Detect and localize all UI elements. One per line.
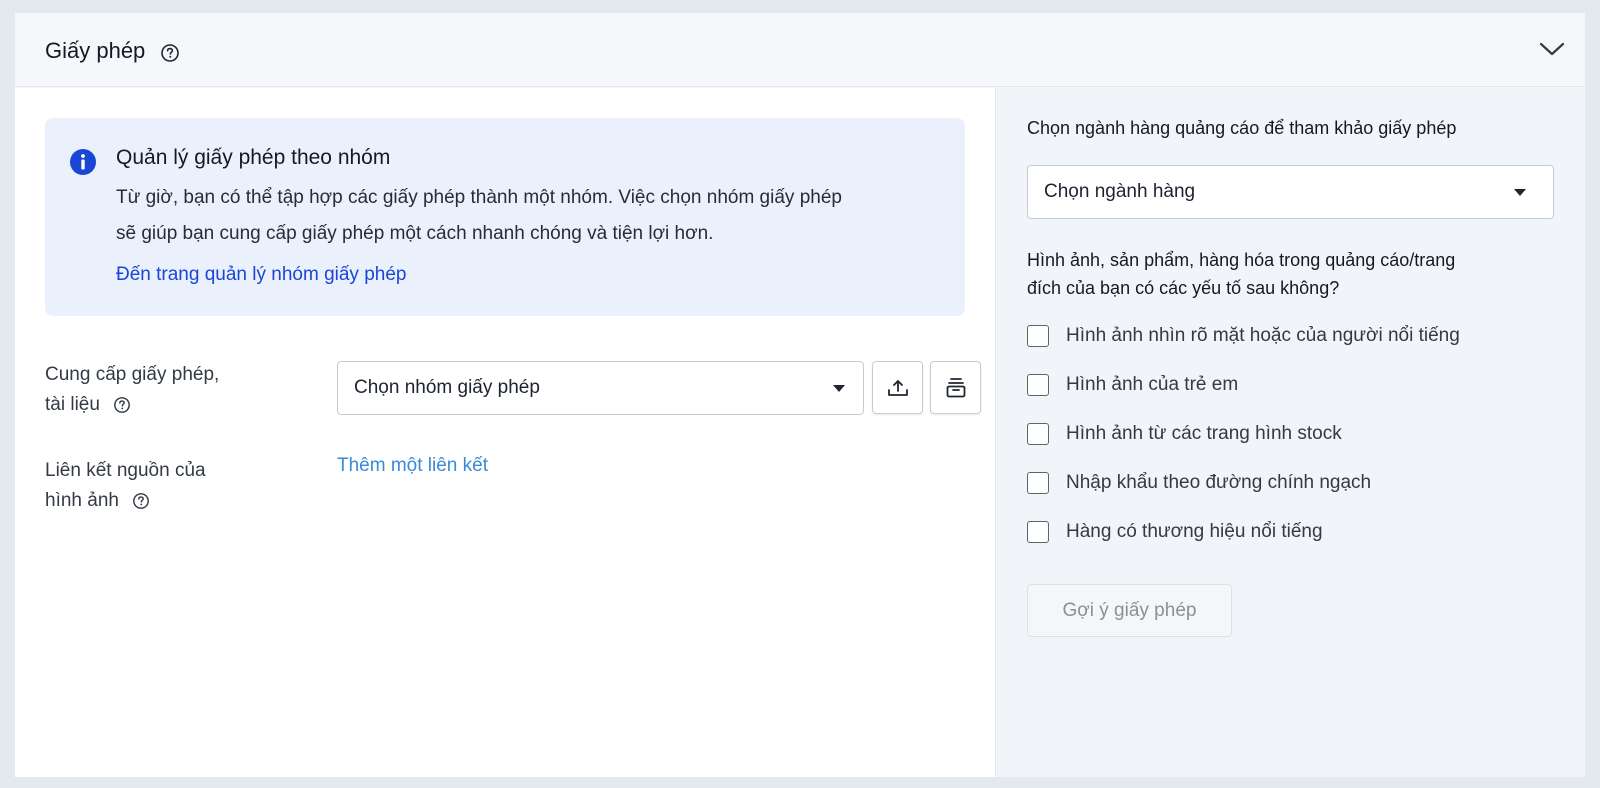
right-panel: Chọn ngành hàng quảng cáo để tham khảo g… — [995, 88, 1585, 777]
option-label: Hình ảnh từ các trang hình stock — [1066, 423, 1342, 444]
license-label-line-1: Cung cấp giấy phép, — [45, 364, 220, 385]
license-card: Giấy phép Quản lý giấy phép theo nhóm Từ… — [15, 13, 1585, 777]
add-source-link-button[interactable]: Thêm một liên kết — [337, 455, 488, 477]
checkbox[interactable] — [1027, 521, 1049, 543]
license-library-button[interactable] — [930, 361, 981, 414]
caret-down-icon — [833, 385, 845, 392]
notice-title: Quản lý giấy phép theo nhóm — [116, 146, 391, 169]
checkbox[interactable] — [1027, 325, 1049, 347]
image-source-link-label: Liên kết nguồn của hình ảnh — [45, 456, 275, 516]
archive-icon — [946, 377, 965, 397]
suggest-license-button[interactable]: Gợi ý giấy phép — [1027, 584, 1232, 637]
license-group-management-link[interactable]: Đến trang quản lý nhóm giấy phép — [116, 264, 406, 286]
question-circle-icon[interactable] — [113, 394, 131, 415]
source-label-line-1: Liên kết nguồn của — [45, 460, 206, 481]
checkbox[interactable] — [1027, 472, 1049, 494]
industry-select-value: Chọn ngành hàng — [1044, 181, 1196, 202]
option-label: Hàng có thương hiệu nổi tiếng — [1066, 521, 1323, 542]
license-group-select-value: Chọn nhóm giấy phép — [354, 377, 540, 398]
industry-label: Chọn ngành hàng quảng cáo để tham khảo g… — [1027, 118, 1457, 138]
option-label: Hình ảnh của trẻ em — [1066, 374, 1239, 395]
upload-license-button[interactable] — [872, 361, 923, 414]
source-label-line-2: hình ảnh — [45, 490, 119, 511]
upload-icon — [887, 379, 908, 396]
card-header[interactable]: Giấy phép — [15, 13, 1585, 87]
caret-down-icon — [1514, 189, 1526, 196]
checkbox[interactable] — [1027, 374, 1049, 396]
question-circle-icon[interactable] — [160, 43, 180, 63]
industry-select[interactable]: Chọn ngành hàng — [1027, 165, 1554, 219]
notice-body: Từ giờ, bạn có thể tập hợp các giấy phép… — [116, 180, 936, 252]
question-line-1: Hình ảnh, sản phẩm, hàng hóa trong quảng… — [1027, 250, 1456, 270]
chevron-down-icon[interactable] — [1539, 39, 1565, 64]
question-circle-icon[interactable] — [132, 490, 150, 511]
card-title: Giấy phép — [45, 38, 146, 63]
question-line-2: đích của bạn có các yếu tố sau không? — [1027, 278, 1340, 298]
left-panel: Quản lý giấy phép theo nhóm Từ giờ, bạn … — [15, 88, 995, 777]
option-label: Nhập khẩu theo đường chính ngạch — [1066, 472, 1372, 493]
license-group-select[interactable]: Chọn nhóm giấy phép — [337, 361, 864, 415]
notice-line-2: sẽ giúp bạn cung cấp giấy phép một cách … — [116, 223, 714, 244]
notice-line-1: Từ giờ, bạn có thể tập hợp các giấy phép… — [116, 187, 842, 208]
elements-question: Hình ảnh, sản phẩm, hàng hóa trong quảng… — [1027, 246, 1547, 302]
option-label: Hình ảnh nhìn rõ mặt hoặc của người nổi … — [1066, 325, 1460, 346]
checkbox[interactable] — [1027, 423, 1049, 445]
license-label-line-2: tài liệu — [45, 394, 100, 415]
group-license-notice: Quản lý giấy phép theo nhóm Từ giờ, bạn … — [45, 118, 965, 316]
info-circle-icon — [69, 148, 97, 181]
license-documents-label: Cung cấp giấy phép, tài liệu — [45, 360, 275, 420]
